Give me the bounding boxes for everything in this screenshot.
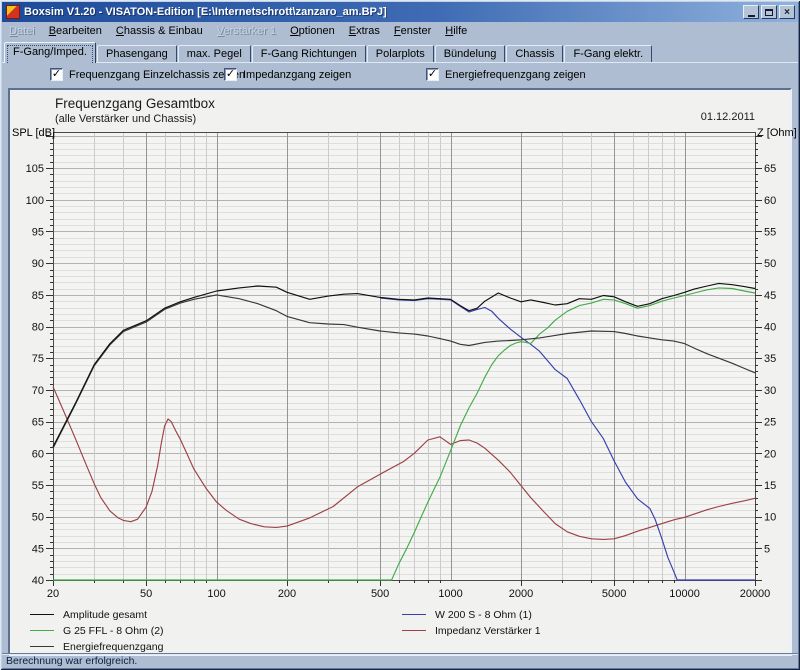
legend-item-w-200-s-8-ohm-1: W 200 S - 8 Ohm (1)	[402, 608, 532, 621]
app-icon[interactable]	[6, 5, 20, 19]
tab-f-gang-imped[interactable]: F-Gang/Imped.	[4, 42, 96, 63]
legend-line-swatch	[30, 630, 54, 631]
svg-text:200: 200	[278, 588, 296, 600]
svg-text:50: 50	[764, 258, 776, 270]
menu-item-extras[interactable]: Extras	[342, 24, 387, 38]
svg-text:60: 60	[32, 448, 44, 460]
svg-text:15: 15	[764, 480, 776, 492]
svg-text:100: 100	[26, 195, 44, 207]
tab-f-gang-richtungen[interactable]: F-Gang Richtungen	[252, 45, 366, 63]
status-text: Berechnung war erfolgreich.	[6, 655, 137, 667]
legend-line-swatch	[30, 614, 54, 615]
svg-text:1000: 1000	[438, 588, 462, 600]
tab-b-ndelung[interactable]: Bündelung	[435, 45, 506, 63]
svg-text:75: 75	[32, 353, 44, 365]
svg-text:70: 70	[32, 385, 44, 397]
svg-text:10000: 10000	[669, 588, 700, 600]
svg-text:80: 80	[32, 322, 44, 334]
menu-item-bearbeiten[interactable]: Bearbeiten	[42, 24, 109, 38]
svg-text:5: 5	[764, 543, 770, 555]
menu-bar: DateiBearbeitenChassis & EinbauVerstärke…	[2, 22, 798, 40]
chart-subtitle: (alle Verstärker und Chassis)	[55, 113, 196, 125]
checkmark-icon: ✓	[50, 68, 63, 81]
svg-text:5000: 5000	[602, 588, 626, 600]
y-axis-left-label: SPL [dB]	[12, 127, 55, 139]
maximize-icon	[765, 9, 773, 16]
svg-text:60: 60	[764, 195, 776, 207]
app-window: Boxsim V1.20 - VISATON-Edition [E:\Inter…	[0, 0, 800, 670]
menu-item-hilfe[interactable]: Hilfe	[438, 24, 474, 38]
window-title: Boxsim V1.20 - VISATON-Edition [E:\Inter…	[24, 6, 387, 18]
title-bar[interactable]: Boxsim V1.20 - VISATON-Edition [E:\Inter…	[2, 2, 798, 22]
chart-panel: 1051009590858075706560555045406560555045…	[8, 88, 792, 656]
legend-line-swatch	[402, 630, 426, 631]
svg-text:20: 20	[764, 448, 776, 460]
legend-line-swatch	[30, 646, 54, 647]
tab-f-gang-elektr[interactable]: F-Gang elektr.	[564, 45, 652, 63]
minimize-button[interactable]	[743, 5, 759, 19]
svg-text:40: 40	[764, 322, 776, 334]
legend-line-swatch	[402, 614, 426, 615]
y-axis-right-label: Z [Ohm]	[757, 127, 797, 139]
titlebar-buttons: ×	[743, 5, 795, 19]
frequency-response-plot: 1051009590858075706560555045406560555045…	[10, 90, 790, 654]
menu-item-datei[interactable]: Datei	[2, 24, 42, 38]
svg-text:2000: 2000	[509, 588, 533, 600]
checkbox-row: ✓Frequenzgang Einzelchassis zeigen✓Imped…	[2, 63, 798, 88]
chart-date: 01.12.2011	[701, 111, 755, 123]
svg-text:50: 50	[140, 588, 152, 600]
legend-item-amplitude-gesamt: Amplitude gesamt	[30, 608, 147, 621]
svg-text:90: 90	[32, 258, 44, 270]
svg-text:500: 500	[371, 588, 389, 600]
svg-text:45: 45	[32, 543, 44, 555]
svg-text:85: 85	[32, 290, 44, 302]
status-bar: Berechnung war erfolgreich.	[2, 653, 798, 668]
tab-polarplots[interactable]: Polarplots	[367, 45, 434, 63]
legend-item-energiefrequenzgang: Energiefrequenzgang	[30, 640, 163, 653]
checkmark-icon: ✓	[426, 68, 439, 81]
svg-text:30: 30	[764, 385, 776, 397]
checkbox-energiefrequenzgang-zeigen[interactable]: ✓Energiefrequenzgang zeigen	[426, 68, 586, 81]
tab-phasengang[interactable]: Phasengang	[97, 45, 177, 63]
svg-text:20: 20	[47, 588, 59, 600]
svg-text:100: 100	[207, 588, 225, 600]
checkbox-frequenzgang-einzelchassis-zeigen[interactable]: ✓Frequenzgang Einzelchassis zeigen	[50, 68, 245, 81]
svg-text:40: 40	[32, 575, 44, 587]
close-icon: ×	[784, 8, 790, 17]
svg-text:105: 105	[26, 163, 44, 175]
menu-item-optionen[interactable]: Optionen	[283, 24, 342, 38]
menu-item-verst-rker-1[interactable]: Verstärker 1	[210, 24, 283, 38]
tab-bar: F-Gang/Imped.Phasengangmax. PegelF-Gang …	[4, 41, 798, 63]
svg-text:95: 95	[32, 226, 44, 238]
close-button[interactable]: ×	[779, 5, 795, 19]
checkbox-impedanzgang-zeigen[interactable]: ✓Impedanzgang zeigen	[224, 68, 351, 81]
svg-text:55: 55	[32, 480, 44, 492]
svg-text:55: 55	[764, 226, 776, 238]
legend-item-g-25-ffl-8-ohm-2: G 25 FFL - 8 Ohm (2)	[30, 624, 164, 637]
tab-chassis[interactable]: Chassis	[506, 45, 563, 63]
menu-item-fenster[interactable]: Fenster	[387, 24, 438, 38]
tab-max-pegel[interactable]: max. Pegel	[178, 45, 251, 63]
svg-text:20000: 20000	[740, 588, 771, 600]
svg-text:65: 65	[764, 163, 776, 175]
svg-text:45: 45	[764, 290, 776, 302]
checkmark-icon: ✓	[224, 68, 237, 81]
chart-title: Frequenzgang Gesamtbox	[55, 96, 215, 111]
svg-text:65: 65	[32, 417, 44, 429]
maximize-button[interactable]	[761, 5, 777, 19]
legend-item-impedanz-verst-rker-1: Impedanz Verstärker 1	[402, 624, 541, 637]
menu-item-chassis-einbau[interactable]: Chassis & Einbau	[109, 24, 210, 38]
svg-text:25: 25	[764, 417, 776, 429]
svg-text:35: 35	[764, 353, 776, 365]
minimize-icon	[748, 15, 755, 17]
svg-text:10: 10	[764, 512, 776, 524]
svg-text:50: 50	[32, 512, 44, 524]
